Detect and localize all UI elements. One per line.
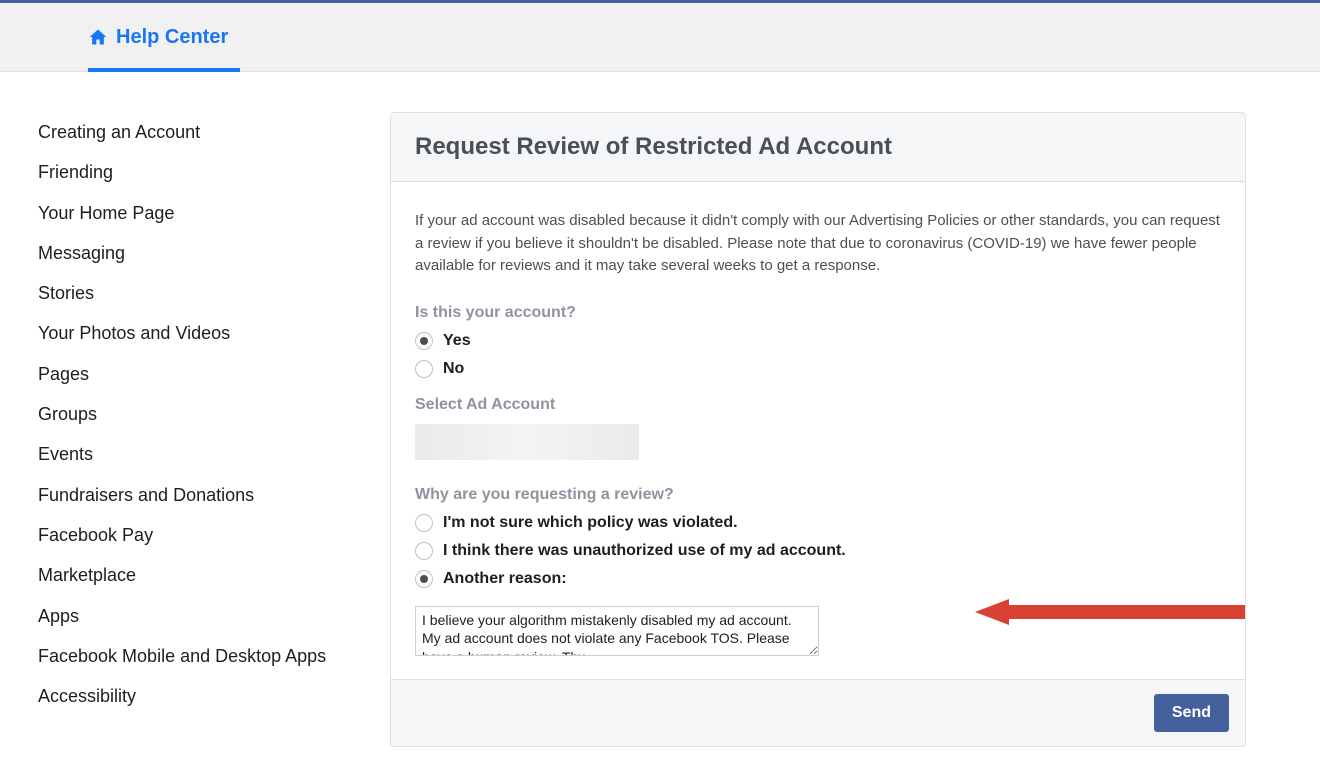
radio-yes-label: Yes (443, 332, 471, 350)
main-card: Request Review of Restricted Ad Account … (390, 112, 1246, 747)
sidebar-item-home-page[interactable]: Your Home Page (36, 193, 354, 233)
radio-why-policy[interactable]: I'm not sure which policy was violated. (415, 514, 1221, 532)
radio-why-another-label: Another reason: (443, 570, 567, 588)
radio-icon-selected (415, 332, 433, 350)
sidebar-item-creating-account[interactable]: Creating an Account (36, 112, 354, 152)
sidebar-item-apps[interactable]: Apps (36, 596, 354, 636)
sidebar-item-photos-videos[interactable]: Your Photos and Videos (36, 313, 354, 353)
sidebar: Creating an Account Friending Your Home … (36, 112, 354, 747)
help-center-tab[interactable]: Help Center (88, 3, 228, 71)
card-footer: Send (391, 679, 1245, 746)
top-bar: Help Center (0, 0, 1320, 72)
radio-icon (415, 542, 433, 560)
radio-why-another[interactable]: Another reason: (415, 570, 1221, 588)
sidebar-item-marketplace[interactable]: Marketplace (36, 555, 354, 595)
radio-why-unauthorized-label: I think there was unauthorized use of my… (443, 542, 846, 560)
sidebar-item-messaging[interactable]: Messaging (36, 233, 354, 273)
radio-icon (415, 514, 433, 532)
radio-no[interactable]: No (415, 360, 1221, 378)
sidebar-item-fundraisers[interactable]: Fundraisers and Donations (36, 475, 354, 515)
sidebar-item-pages[interactable]: Pages (36, 354, 354, 394)
sidebar-item-groups[interactable]: Groups (36, 394, 354, 434)
sidebar-item-stories[interactable]: Stories (36, 273, 354, 313)
sidebar-item-facebook-pay[interactable]: Facebook Pay (36, 515, 354, 555)
radio-yes[interactable]: Yes (415, 332, 1221, 350)
why-requesting-label: Why are you requesting a review? (415, 486, 1221, 504)
radio-no-label: No (443, 360, 464, 378)
page-layout: Creating an Account Friending Your Home … (0, 72, 1320, 767)
sidebar-item-events[interactable]: Events (36, 434, 354, 474)
sidebar-item-friending[interactable]: Friending (36, 152, 354, 192)
radio-why-unauthorized[interactable]: I think there was unauthorized use of my… (415, 542, 1221, 560)
radio-icon-selected (415, 570, 433, 588)
card-body: If your ad account was disabled because … (391, 182, 1245, 679)
active-tab-underline (88, 68, 240, 72)
is-this-your-account-label: Is this your account? (415, 304, 1221, 322)
home-icon (88, 27, 108, 47)
ad-account-selector[interactable] (415, 424, 639, 460)
radio-why-policy-label: I'm not sure which policy was violated. (443, 514, 738, 532)
card-header: Request Review of Restricted Ad Account (391, 113, 1245, 182)
help-center-label: Help Center (116, 26, 228, 49)
sidebar-item-accessibility[interactable]: Accessibility (36, 676, 354, 716)
send-button[interactable]: Send (1154, 694, 1229, 732)
select-ad-account-label: Select Ad Account (415, 396, 1221, 414)
description-text: If your ad account was disabled because … (415, 210, 1221, 278)
reason-textarea[interactable] (415, 606, 819, 656)
radio-icon (415, 360, 433, 378)
sidebar-item-mobile-desktop[interactable]: Facebook Mobile and Desktop Apps (36, 636, 354, 676)
page-title: Request Review of Restricted Ad Account (415, 133, 1221, 161)
